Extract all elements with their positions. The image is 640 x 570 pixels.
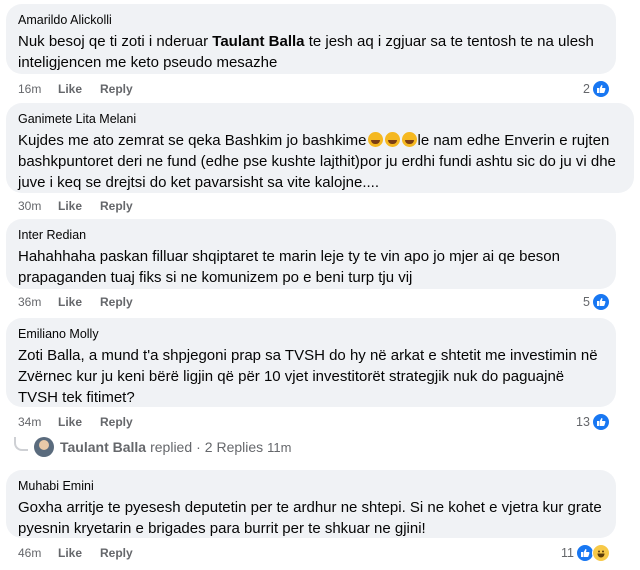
comment-bubble: Muhabi Emini Goxha arritje te pyesesh de… [6,470,616,538]
haha-reaction-icon [591,544,610,562]
reaction-count[interactable]: 2 [583,80,610,98]
comment-time[interactable]: 16m [18,82,58,96]
reply-button[interactable]: Reply [100,295,133,309]
comment-author[interactable]: Emiliano Molly [18,326,604,342]
replied-label: replied [150,439,193,455]
like-button[interactable]: Like [58,546,100,560]
mention-link[interactable]: Taulant Balla [212,33,304,50]
reaction-count[interactable]: 11 [561,544,610,562]
thumbs-up-icon [591,293,610,311]
comment-actions: 34m Like Reply [18,415,133,429]
comment-actions: 46m Like Reply [18,546,133,560]
comment-text: Nuk besoj qe ti zoti i nderuar Taulant B… [18,33,594,71]
comment-bubble: Emiliano Molly Zoti Balla, a mund t'a sh… [6,318,616,407]
like-button[interactable]: Like [58,199,100,213]
reply-button[interactable]: Reply [100,415,133,429]
laughing-emoji-icon [401,132,417,147]
replies-count: 2 Replies [204,439,264,455]
reaction-count[interactable]: 5 [583,293,610,311]
reply-button[interactable]: Reply [100,546,133,560]
like-button[interactable]: Like [58,82,100,96]
comment-text: Zoti Balla, a mund t'a shpjegoni prap sa… [18,347,598,406]
comment-time[interactable]: 30m [18,199,58,213]
like-button[interactable]: Like [58,295,100,309]
reply-author-name: Taulant Balla [60,439,147,455]
comment-text: Goxha arritje te pyesesh deputetin per t… [18,499,602,537]
avatar [34,437,54,457]
comment-time[interactable]: 46m [18,546,58,560]
comment-time[interactable]: 34m [18,415,58,429]
reply-button[interactable]: Reply [100,82,133,96]
comment-text: Hahahhaha paskan filluar shqiptaret te m… [18,248,560,286]
separator-dot: · [196,439,201,455]
reply-time: 11m [267,439,292,455]
comment-author[interactable]: Amarildo Alickolli [18,12,604,28]
laughing-emoji-icon [384,132,400,147]
comment-author[interactable]: Inter Redian [18,227,604,243]
reply-button[interactable]: Reply [100,199,133,213]
comment-author[interactable]: Muhabi Emini [18,478,604,494]
view-replies-link[interactable]: Taulant Balla replied · 2 Replies 11m [14,437,292,457]
thumbs-up-icon [591,413,610,431]
laughing-emoji-icon [367,132,383,147]
comment-bubble: Ganimete Lita Melani Kujdes me ato zemra… [6,103,634,193]
comment-author[interactable]: Ganimete Lita Melani [18,111,622,127]
thread-connector [14,437,28,451]
comment-bubble: Amarildo Alickolli Nuk besoj qe ti zoti … [6,4,616,74]
comment-time[interactable]: 36m [18,295,58,309]
like-button[interactable]: Like [58,415,100,429]
reaction-count[interactable]: 13 [576,413,610,431]
comment-actions: 30m Like Reply [18,199,133,213]
comment-text: Kujdes me ato zemrat se qeka Bashkim jo … [18,132,616,191]
comment-bubble: Inter Redian Hahahhaha paskan filluar sh… [6,219,616,289]
comment-actions: 16m Like Reply [18,82,133,96]
thumbs-up-icon [591,80,610,98]
comment-actions: 36m Like Reply [18,295,133,309]
